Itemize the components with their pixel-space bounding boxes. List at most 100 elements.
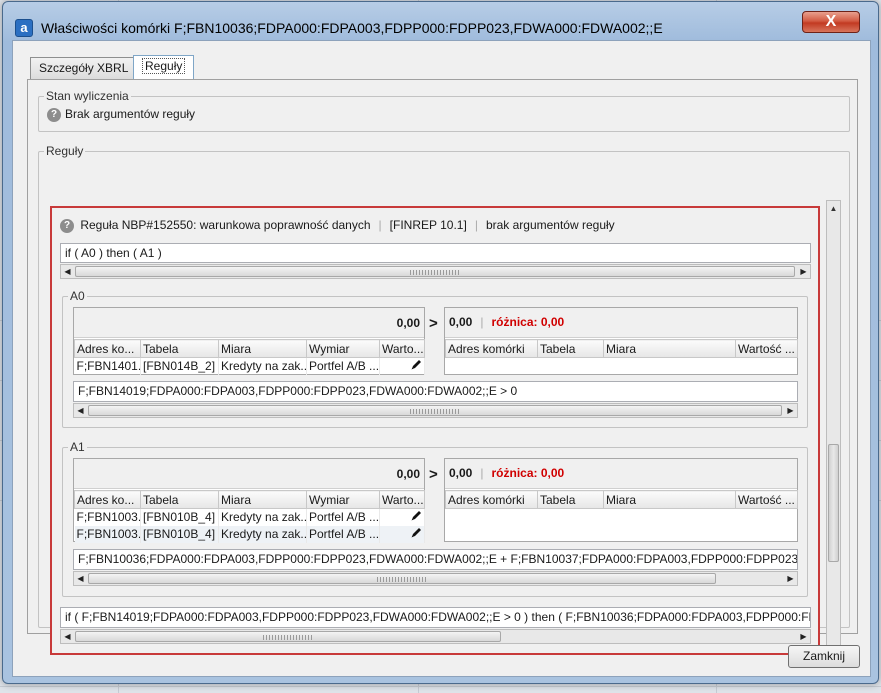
pencil-icon[interactable] xyxy=(410,510,422,522)
rule-header: ? Reguła NBP#152550: warunkowa poprawnoś… xyxy=(60,218,615,233)
pencil-icon[interactable] xyxy=(410,359,422,371)
a0-expression-field[interactable]: F;FBN14019;FDPA000:FDPA003,FDPP000:FDPP0… xyxy=(73,381,798,402)
tab-rules[interactable]: Reguły xyxy=(133,55,195,80)
a1-operator: > xyxy=(429,466,438,483)
a1-right-value: 0,00 xyxy=(449,466,473,480)
rule-tag: [FINREP 10.1] xyxy=(389,218,467,232)
cell-measure: Kredyty na zak... xyxy=(218,525,307,543)
a1-right-header: 0,00 | różnica: 0,00 xyxy=(449,466,565,480)
cell-address: F;FBN1003... xyxy=(74,508,141,526)
app-icon: a xyxy=(15,19,33,37)
col-header[interactable]: Wartość ... xyxy=(735,339,798,358)
argument-a0-group: A0 0,00 Adres ko... Tabela Miara Wymiar … xyxy=(62,289,808,428)
a0-operator: > xyxy=(429,315,438,332)
scroll-thumb[interactable] xyxy=(828,444,839,562)
scroll-left-icon[interactable]: ◀ xyxy=(61,630,74,643)
title-bar[interactable]: a Właściwości komórki F;FBN10036;FDPA000… xyxy=(3,2,878,44)
calc-state-text: Brak argumentów reguły xyxy=(65,107,196,121)
a0-right-table: Adres komórki Tabela Miara Wartość ... xyxy=(445,339,798,358)
table-header-row: Adres komórki Tabela Miara Wartość ... xyxy=(445,490,798,509)
cell-table: [FBN010B_4] xyxy=(140,508,219,526)
a1-expression-field[interactable]: F;FBN10036;FDPA000:FDPA003,FDPP000:FDPP0… xyxy=(73,549,798,570)
col-header[interactable]: Adres komórki xyxy=(445,490,538,509)
scroll-left-icon[interactable]: ◀ xyxy=(74,404,87,417)
col-header[interactable]: Warto... xyxy=(379,339,425,358)
col-header[interactable]: Tabela xyxy=(140,490,219,509)
cell-table: [FBN010B_4] xyxy=(140,525,219,543)
col-header[interactable]: Adres komórki xyxy=(445,339,538,358)
scroll-right-icon[interactable]: ▶ xyxy=(784,404,797,417)
col-header[interactable]: Wymiar xyxy=(306,339,380,358)
scroll-right-icon[interactable]: ▶ xyxy=(797,630,810,643)
pencil-icon[interactable] xyxy=(410,527,422,539)
rules-vertical-scrollbar[interactable]: ▲ ▼ xyxy=(826,200,841,660)
rule-full-expression-scrollbar[interactable]: ◀ ▶ xyxy=(60,629,811,644)
table-row[interactable]: F;FBN1003... [FBN010B_4] Kredyty na zak.… xyxy=(74,525,425,543)
col-header[interactable]: Miara xyxy=(603,490,736,509)
table-header-row: Adres ko... Tabela Miara Wymiar Warto... xyxy=(74,490,425,509)
col-header[interactable]: Miara xyxy=(603,339,736,358)
table-row[interactable]: F;FBN1401... [FBN014B_2] Kredyty na zak.… xyxy=(74,357,425,375)
cell-dimension: Portfel A/B ... xyxy=(306,525,380,543)
scroll-right-icon[interactable]: ▶ xyxy=(797,265,810,278)
rule-name: Reguła NBP#152550: warunkowa poprawność … xyxy=(80,218,371,232)
a0-left-panel: 0,00 Adres ko... Tabela Miara Wymiar War… xyxy=(73,307,425,375)
window-title: Właściwości komórki F;FBN10036;FDPA000:F… xyxy=(41,20,663,36)
cell-address: F;FBN1401... xyxy=(74,357,141,375)
a0-right-header: 0,00 | różnica: 0,00 xyxy=(449,315,565,329)
a0-difference: różnica: 0,00 xyxy=(491,315,565,329)
argument-a1-title: A1 xyxy=(68,440,87,454)
a0-left-table: Adres ko... Tabela Miara Wymiar Warto...… xyxy=(74,339,425,375)
rule-expression-scrollbar[interactable]: ◀ ▶ xyxy=(60,264,811,279)
col-header[interactable]: Wymiar xyxy=(306,490,380,509)
scroll-right-icon[interactable]: ▶ xyxy=(784,572,797,585)
cell-value[interactable] xyxy=(379,508,425,526)
properties-dialog: a Właściwości komórki F;FBN10036;FDPA000… xyxy=(2,1,879,684)
window-close-button[interactable]: X xyxy=(802,11,860,33)
calc-state-status: ? Brak argumentów reguły xyxy=(47,107,195,122)
tab-xbrl-details[interactable]: Szczegóły XBRL xyxy=(30,57,138,79)
cell-table: [FBN014B_2] xyxy=(140,357,219,375)
scroll-thumb[interactable] xyxy=(88,405,782,416)
a1-right-table: Adres komórki Tabela Miara Wartość ... xyxy=(445,490,798,509)
calc-state-group: Stan wyliczenia ? Brak argumentów reguły xyxy=(38,89,850,132)
cell-measure: Kredyty na zak... xyxy=(218,357,307,375)
col-header[interactable]: Wartość ... xyxy=(735,490,798,509)
col-header[interactable]: Tabela xyxy=(140,339,219,358)
a1-difference: różnica: 0,00 xyxy=(491,466,565,480)
rules-tab-panel: Stan wyliczenia ? Brak argumentów reguły … xyxy=(27,79,858,660)
col-header[interactable]: Warto... xyxy=(379,490,425,509)
scroll-thumb[interactable] xyxy=(88,573,716,584)
col-header[interactable]: Adres ko... xyxy=(74,339,141,358)
cell-dimension: Portfel A/B ... xyxy=(306,357,380,375)
a0-right-value: 0,00 xyxy=(449,315,473,329)
a1-right-panel: 0,00 | różnica: 0,00 Adres komórki Tabela … xyxy=(444,458,798,542)
a1-left-table: Adres ko... Tabela Miara Wymiar Warto...… xyxy=(74,490,425,543)
col-header[interactable]: Tabela xyxy=(537,339,604,358)
question-icon: ? xyxy=(60,218,74,233)
table-header-row: Adres ko... Tabela Miara Wymiar Warto... xyxy=(74,339,425,358)
cell-dimension: Portfel A/B ... xyxy=(306,508,380,526)
rule-status: brak argumentów reguły xyxy=(485,218,615,232)
col-header[interactable]: Miara xyxy=(218,339,307,358)
calc-state-title: Stan wyliczenia xyxy=(44,89,131,103)
a1-left-panel: 0,00 Adres ko... Tabela Miara Wymiar War… xyxy=(73,458,425,543)
close-button[interactable]: Zamknij xyxy=(788,645,860,668)
a0-expression-scrollbar[interactable]: ◀ ▶ xyxy=(73,403,798,418)
col-header[interactable]: Adres ko... xyxy=(74,490,141,509)
scroll-up-icon[interactable]: ▲ xyxy=(827,201,840,216)
scroll-thumb[interactable] xyxy=(75,631,501,642)
scroll-left-icon[interactable]: ◀ xyxy=(74,572,87,585)
col-header[interactable]: Miara xyxy=(218,490,307,509)
rule-expression-field[interactable]: if ( A0 ) then ( A1 ) xyxy=(60,243,811,263)
scroll-thumb[interactable] xyxy=(75,266,795,277)
a1-expression-scrollbar[interactable]: ◀ ▶ xyxy=(73,571,798,586)
a0-left-sum: 0,00 xyxy=(396,316,420,330)
table-header-row: Adres komórki Tabela Miara Wartość ... xyxy=(445,339,798,358)
table-row[interactable]: F;FBN1003... [FBN010B_4] Kredyty na zak.… xyxy=(74,508,425,526)
scroll-left-icon[interactable]: ◀ xyxy=(61,265,74,278)
cell-value[interactable] xyxy=(379,525,425,543)
col-header[interactable]: Tabela xyxy=(537,490,604,509)
cell-value[interactable] xyxy=(379,357,425,375)
rule-full-expression-field[interactable]: if ( F;FBN14019;FDPA000:FDPA003,FDPP000:… xyxy=(60,607,811,628)
